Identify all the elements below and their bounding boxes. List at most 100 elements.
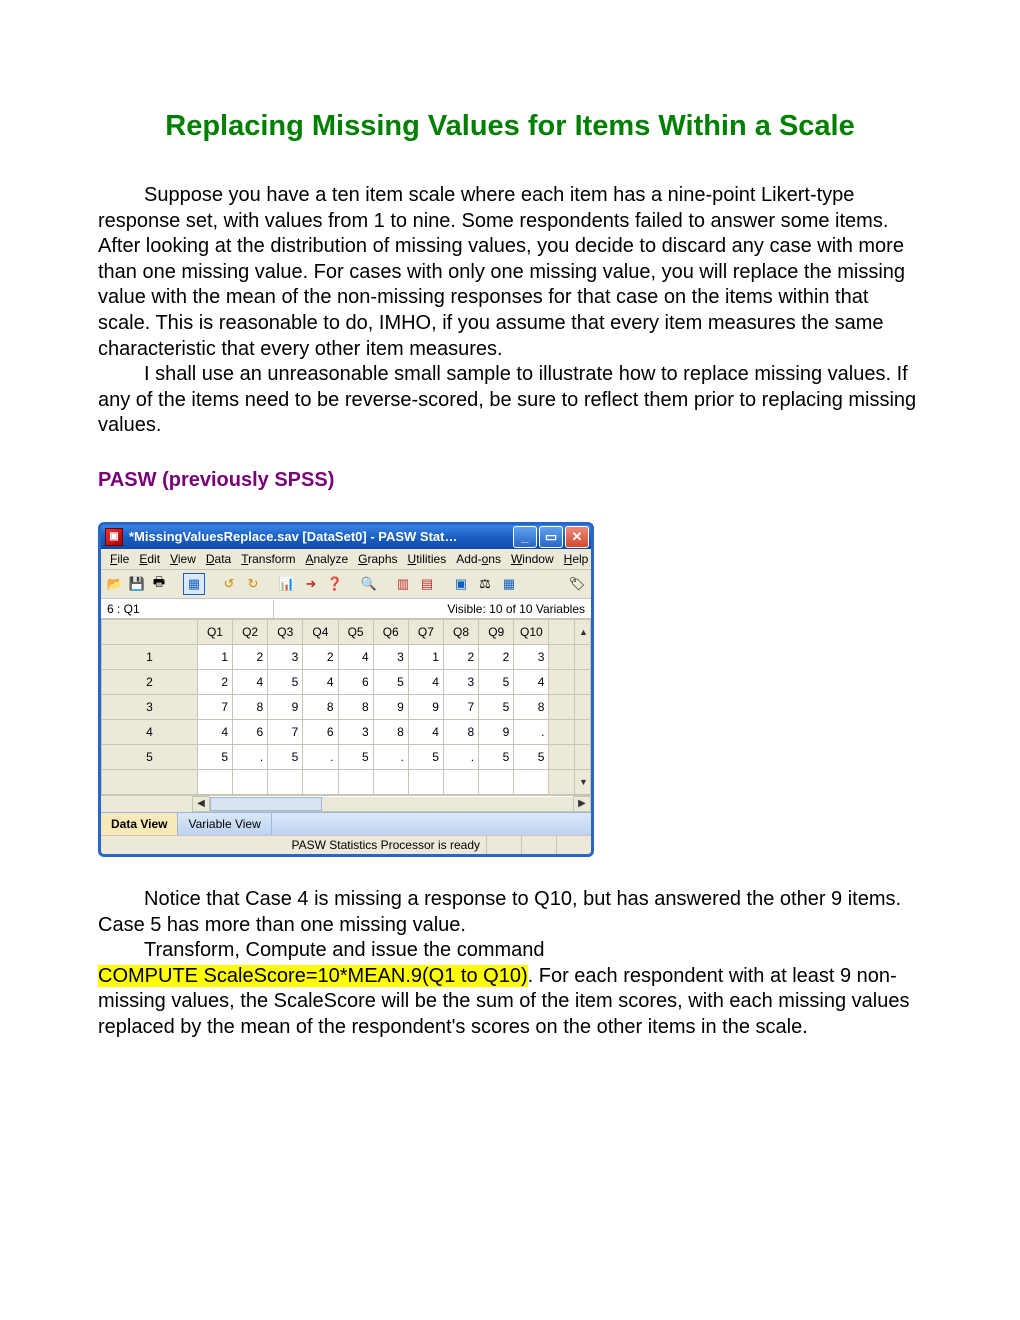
- data-cell[interactable]: 5: [408, 744, 443, 769]
- titlebar[interactable]: ▣ *MissingValuesReplace.sav [DataSet0] -…: [101, 525, 591, 549]
- data-cell[interactable]: 6: [303, 719, 338, 744]
- select-icon[interactable]: ▦: [499, 574, 519, 594]
- tab-data-view[interactable]: Data View: [101, 813, 178, 835]
- data-grid[interactable]: Q1 Q2 Q3 Q4 Q5 Q6 Q7 Q8 Q9 Q10 ▲ 112324: [101, 619, 591, 795]
- data-cell[interactable]: 2: [303, 644, 338, 669]
- data-cell[interactable]: 5: [479, 669, 514, 694]
- col-header[interactable]: Q9: [479, 619, 514, 644]
- col-header[interactable]: Q1: [197, 619, 232, 644]
- data-cell[interactable]: 8: [443, 719, 478, 744]
- maximize-button[interactable]: ▭: [539, 526, 563, 548]
- data-cell[interactable]: [303, 769, 338, 794]
- table-row[interactable]: 4467638489.: [102, 719, 591, 744]
- data-cell[interactable]: [338, 769, 373, 794]
- data-cell[interactable]: 4: [197, 719, 232, 744]
- data-cell[interactable]: 4: [408, 669, 443, 694]
- table-row[interactable]: 22454654354: [102, 669, 591, 694]
- data-cell[interactable]: 3: [514, 644, 549, 669]
- data-cell[interactable]: 5: [338, 744, 373, 769]
- data-cell[interactable]: 5: [268, 744, 303, 769]
- chart-icon[interactable]: 📊: [277, 574, 297, 594]
- col-header[interactable]: Q3: [268, 619, 303, 644]
- weight-icon[interactable]: ⚖: [475, 574, 495, 594]
- vscroll-track[interactable]: [575, 694, 591, 719]
- data-cell[interactable]: 7: [197, 694, 232, 719]
- data-cell[interactable]: 3: [338, 719, 373, 744]
- menu-transform[interactable]: Transform: [236, 551, 300, 567]
- menu-graphs[interactable]: Graphs: [353, 551, 402, 567]
- data-cell[interactable]: 9: [373, 694, 408, 719]
- menu-file[interactable]: File: [105, 551, 134, 567]
- data-cell[interactable]: 5: [479, 694, 514, 719]
- data-cell[interactable]: [514, 769, 549, 794]
- data-cell[interactable]: 7: [268, 719, 303, 744]
- hscroll-thumb[interactable]: [210, 797, 322, 811]
- data-cell[interactable]: 8: [514, 694, 549, 719]
- data-cell[interactable]: .: [303, 744, 338, 769]
- vscroll-down[interactable]: ▼: [575, 769, 591, 794]
- vscroll-track[interactable]: [575, 744, 591, 769]
- data-cell[interactable]: .: [443, 744, 478, 769]
- data-cell[interactable]: 2: [443, 644, 478, 669]
- col-header[interactable]: Q8: [443, 619, 478, 644]
- col-header[interactable]: Q5: [338, 619, 373, 644]
- data-cell[interactable]: [268, 769, 303, 794]
- data-cell[interactable]: 1: [408, 644, 443, 669]
- col-header[interactable]: Q7: [408, 619, 443, 644]
- data-cell[interactable]: .: [514, 719, 549, 744]
- menu-view[interactable]: View: [165, 551, 201, 567]
- data-cell[interactable]: [197, 769, 232, 794]
- split-icon[interactable]: ▣: [451, 574, 471, 594]
- redo-icon[interactable]: ↻: [243, 574, 263, 594]
- close-button[interactable]: ✕: [565, 526, 589, 548]
- col-header[interactable]: Q10: [514, 619, 549, 644]
- data-cell[interactable]: 8: [338, 694, 373, 719]
- vscroll-track[interactable]: [575, 644, 591, 669]
- menu-data[interactable]: Data: [201, 551, 236, 567]
- data-cell[interactable]: 5: [373, 669, 408, 694]
- tab-variable-view[interactable]: Variable View: [178, 813, 271, 835]
- data-cell[interactable]: 8: [373, 719, 408, 744]
- data-cell[interactable]: 2: [479, 644, 514, 669]
- print-icon[interactable]: 🖶: [149, 574, 169, 594]
- table-row[interactable]: 37898899758: [102, 694, 591, 719]
- col-header[interactable]: Q4: [303, 619, 338, 644]
- menu-help[interactable]: Help: [559, 551, 594, 567]
- data-cell[interactable]: [443, 769, 478, 794]
- vscroll-track[interactable]: [575, 669, 591, 694]
- menu-window[interactable]: Window: [506, 551, 559, 567]
- data-cell[interactable]: 5: [479, 744, 514, 769]
- hscroll-right-icon[interactable]: ▶: [573, 796, 591, 812]
- data-cell[interactable]: 2: [197, 669, 232, 694]
- data-cell[interactable]: 5: [514, 744, 549, 769]
- save-icon[interactable]: 💾: [127, 574, 147, 594]
- vscroll-track[interactable]: [575, 719, 591, 744]
- row-header[interactable]: 3: [102, 694, 198, 719]
- data-cell[interactable]: 2: [233, 644, 268, 669]
- data-cell[interactable]: 4: [233, 669, 268, 694]
- table-row[interactable]: 55.5.5.5.55: [102, 744, 591, 769]
- data-cell[interactable]: 4: [303, 669, 338, 694]
- menu-analyze[interactable]: Analyze: [300, 551, 353, 567]
- data-cell[interactable]: [408, 769, 443, 794]
- data-cell[interactable]: 3: [373, 644, 408, 669]
- value-labels-icon[interactable]: 🏷: [567, 574, 587, 594]
- data-cell[interactable]: 4: [514, 669, 549, 694]
- data-cell[interactable]: 6: [338, 669, 373, 694]
- data-cell[interactable]: 3: [268, 644, 303, 669]
- hscroll-left-icon[interactable]: ◀: [192, 796, 210, 812]
- data-cell[interactable]: .: [373, 744, 408, 769]
- col-header[interactable]: Q6: [373, 619, 408, 644]
- data-cell[interactable]: [479, 769, 514, 794]
- col-header[interactable]: Q2: [233, 619, 268, 644]
- vscroll-up[interactable]: ▲: [575, 619, 591, 644]
- data-cell[interactable]: 9: [408, 694, 443, 719]
- data-cell[interactable]: 3: [443, 669, 478, 694]
- data-cell[interactable]: 5: [268, 669, 303, 694]
- data-cell[interactable]: 4: [338, 644, 373, 669]
- data-cell[interactable]: 9: [268, 694, 303, 719]
- menu-utilities[interactable]: Utilities: [403, 551, 452, 567]
- data-cell[interactable]: 5: [197, 744, 232, 769]
- data-cell[interactable]: 8: [303, 694, 338, 719]
- data-cell[interactable]: 8: [233, 694, 268, 719]
